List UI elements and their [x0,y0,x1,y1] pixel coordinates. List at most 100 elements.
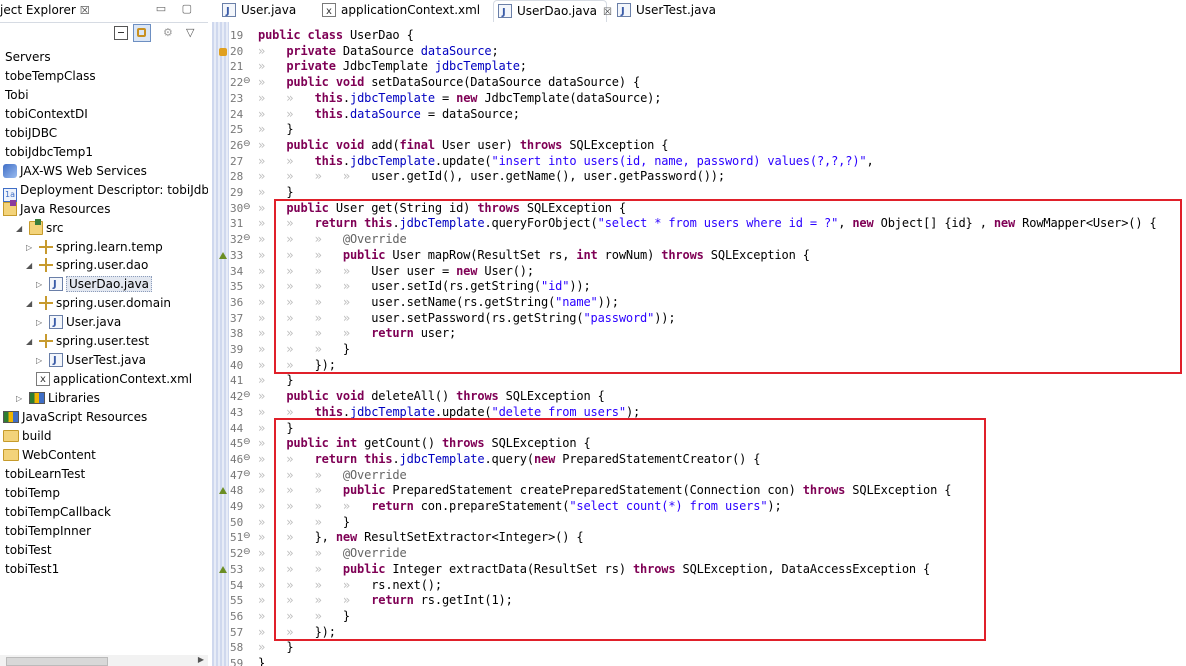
code-line[interactable]: public class UserDao { [258,28,414,44]
code-line[interactable]: » » }, new ResultSetExtractor<Integer>()… [258,530,584,546]
code-line[interactable]: » » » } [258,342,350,358]
code-line[interactable]: » » » » return user; [258,326,456,342]
tree-item[interactable]: tobiTempInner [5,522,91,541]
tree-item[interactable]: ◢ spring.user.dao [26,256,148,275]
fold-icon[interactable]: ⊖ [243,139,251,149]
collapsed-arrow-icon[interactable]: ▷ [36,313,46,332]
code-line[interactable]: » » » @Override [258,546,407,562]
expanded-arrow-icon[interactable]: ◢ [26,294,36,313]
code-line[interactable]: » » » } [258,609,350,625]
code-line[interactable]: » » » public Integer extractData(ResultS… [258,562,930,578]
code-line[interactable]: » » » public User mapRow(ResultSet rs, i… [258,248,810,264]
tree-item[interactable]: tobiJdbcTemp1 [5,143,93,162]
code-line[interactable]: » » this.jdbcTemplate.update("delete fro… [258,405,640,421]
tree-item[interactable]: ◢ spring.user.test [26,332,149,351]
fold-icon[interactable]: ⊖ [243,233,251,243]
fold-icon[interactable]: ⊖ [243,437,251,447]
code-line[interactable]: » public void add(final User user) throw… [258,138,669,154]
tree-item[interactable]: tobiLearnTest [5,465,85,484]
code-line[interactable]: » public void setDataSource(DataSource d… [258,75,640,91]
tree-item[interactable]: Java Resources [3,199,110,219]
scrollbar-thumb[interactable] [6,657,108,666]
tree-item[interactable]: WebContent [3,446,96,465]
warning-marker-icon[interactable] [219,47,227,56]
tree-item[interactable]: tobiTemp [5,484,60,503]
minimize-maximize-icon[interactable]: ▭ ▢ [156,2,198,15]
tree-item[interactable]: Servers [5,48,51,67]
tree-item[interactable]: Tobi [5,86,29,105]
code-line[interactable]: » » this.dataSource = dataSource; [258,107,520,123]
code-line[interactable]: » } [258,185,294,201]
override-marker-icon[interactable] [219,487,227,495]
code-line[interactable]: » » }); [258,625,336,641]
code-line[interactable]: » » » » rs.next(); [258,578,442,594]
tree-item[interactable]: ▷ UserTest.java [36,351,146,370]
tree-item[interactable]: ▷ spring.learn.temp [26,238,163,257]
editor-tab[interactable]: UserTest.java [613,0,733,22]
tree-item[interactable]: ▷ Libraries [16,389,100,408]
fold-icon[interactable]: ⊖ [243,469,251,479]
editor-tab[interactable]: User.java [218,0,308,22]
code-line[interactable]: » } [258,373,294,389]
code-line[interactable]: » public User get(String id) throws SQLE… [258,201,626,217]
tree-item[interactable]: tobiTest1 [5,560,59,579]
tree-item[interactable]: Deployment Descriptor: tobiJdbc [3,181,208,202]
code-line[interactable]: » » return this.jdbcTemplate.query(new P… [258,452,761,468]
code-line[interactable]: » » » » return con.prepareStatement("sel… [258,499,782,515]
collapsed-arrow-icon[interactable]: ▷ [16,389,26,408]
code-line[interactable]: » } [258,421,294,437]
tree-item[interactable]: ◢ spring.user.domain [26,294,171,313]
code-line[interactable]: » » return this.jdbcTemplate.queryForObj… [258,216,1157,232]
tree-item[interactable]: tobiTest [5,541,52,560]
collapsed-arrow-icon[interactable]: ▷ [36,275,46,294]
fold-icon[interactable]: ⊖ [243,531,251,541]
tree-item[interactable]: ▷ User.java [36,313,121,332]
collapsed-arrow-icon[interactable]: ▷ [26,238,36,257]
close-icon[interactable]: ☒ [80,4,90,17]
collapsed-arrow-icon[interactable]: ▷ [36,351,46,370]
override-marker-icon[interactable] [219,565,227,573]
view-menu-icon[interactable]: ▽ [186,26,200,40]
fold-icon[interactable]: ⊖ [243,547,251,557]
code-editor[interactable]: 19 public class UserDao {20 » private Data… [212,22,1186,666]
focus-icon[interactable]: ⚙ [163,26,177,40]
expanded-arrow-icon[interactable]: ◢ [26,256,36,275]
horizontal-scrollbar[interactable]: ▶ [0,655,208,666]
override-marker-icon[interactable] [219,251,227,259]
code-line[interactable]: » » » } [258,515,350,531]
code-line[interactable]: » » » » user.setId(rs.getString("id")); [258,279,591,295]
code-line[interactable]: » » this.jdbcTemplate = new JdbcTemplate… [258,91,661,107]
tree-item[interactable]: applicationContext.xml [36,370,192,389]
code-line[interactable]: » public void deleteAll() throws SQLExce… [258,389,605,405]
editor-tab[interactable]: UserDao.java ☒ [493,0,612,23]
expanded-arrow-icon[interactable]: ◢ [26,332,36,351]
code-line[interactable]: » } [258,122,294,138]
code-line[interactable]: » » » » User user = new User(); [258,264,534,280]
tree-item[interactable]: tobiContextDI [5,105,88,124]
editor-tab[interactable]: applicationContext.xml [318,0,488,22]
code-line[interactable]: » » » » return rs.getInt(1); [258,593,513,609]
scroll-right-icon[interactable]: ▶ [198,655,204,664]
code-line[interactable]: » » » » user.getId(), user.getName(), us… [258,169,725,185]
tree-item[interactable]: tobiTempCallback [5,503,111,522]
fold-icon[interactable]: ⊖ [243,76,251,86]
code-line[interactable]: » » » » user.setName(rs.getString("name"… [258,295,619,311]
code-line[interactable]: } [258,656,265,666]
tree-item[interactable]: tobeTempClass [5,67,96,86]
code-line[interactable]: » public int getCount() throws SQLExcept… [258,436,591,452]
code-line[interactable]: » private JdbcTemplate jdbcTemplate; [258,59,527,75]
fold-icon[interactable]: ⊖ [243,202,251,212]
code-line[interactable]: » » this.jdbcTemplate.update("insert int… [258,154,874,170]
tree-item[interactable]: ▷ UserDao.java [36,275,153,294]
tree-item[interactable]: build [3,427,52,446]
explorer-tab[interactable]: ject Explorer ☒ ▭ ▢ [0,0,208,23]
tree-item[interactable]: ◢ src [16,218,64,238]
code-line[interactable]: » } [258,640,294,656]
code-line[interactable]: » » » @Override [258,232,407,248]
code-line[interactable]: » » » @Override [258,468,407,484]
collapse-all-icon[interactable] [114,26,128,40]
tree-item[interactable]: JAX-WS Web Services [3,162,147,181]
fold-icon[interactable]: ⊖ [243,453,251,463]
close-icon[interactable]: ☒ [603,7,612,18]
tree-item[interactable]: JavaScript Resources [3,408,147,427]
